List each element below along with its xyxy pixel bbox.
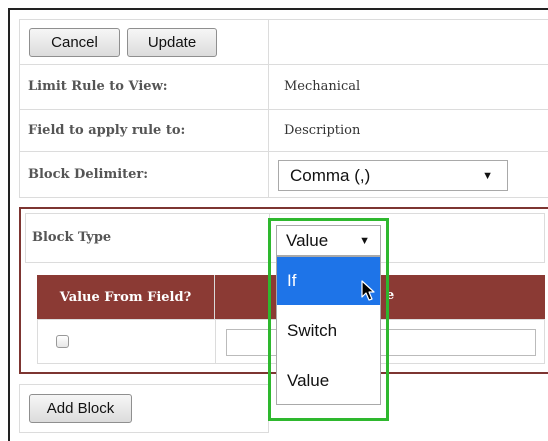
field-label: Field to apply rule to: — [28, 123, 186, 138]
limit-view-label-cell: Limit Rule to View: — [19, 64, 269, 110]
delimiter-select[interactable]: Comma (,) ▼ — [278, 160, 508, 191]
block-type-label: Block Type — [32, 230, 112, 245]
table-row-checkbox-cell — [37, 319, 216, 364]
delimiter-select-value: Comma (,) — [290, 165, 371, 185]
dropdown-option-switch-label: Switch — [287, 321, 338, 340]
delimiter-value-cell: Comma (,) ▼ — [268, 151, 548, 198]
delimiter-label: Block Delimiter: — [28, 167, 149, 182]
header-value-from-field-label: Value From Field? — [59, 289, 192, 305]
block-type-select[interactable]: Value ▼ — [276, 225, 381, 256]
limit-view-label: Limit Rule to View: — [28, 79, 168, 94]
update-button[interactable]: Update — [127, 28, 217, 57]
dropdown-option-value-label: Value — [287, 371, 330, 390]
delimiter-label-cell: Block Delimiter: — [19, 151, 269, 198]
block-type-select-value: Value — [286, 230, 329, 250]
dropdown-option-if-label: If — [287, 271, 297, 290]
rule-editor-frame: Cancel Update Limit Rule to View: Mechan… — [8, 8, 548, 441]
toolbar-right-cell — [268, 19, 548, 65]
add-block-button[interactable]: Add Block — [29, 394, 132, 423]
field-label-cell: Field to apply rule to: — [19, 109, 269, 152]
chevron-down-icon: ▼ — [482, 170, 493, 182]
field-value: Description — [284, 123, 361, 138]
cancel-button[interactable]: Cancel — [29, 28, 120, 57]
block-type-label-cell: Block Type — [25, 213, 270, 263]
field-value-cell: Description — [268, 109, 548, 152]
chevron-down-icon: ▼ — [359, 235, 370, 247]
dropdown-option-switch[interactable]: Switch — [277, 307, 380, 355]
header-value-from-field: Value From Field? — [37, 275, 215, 319]
cursor-icon — [361, 280, 375, 301]
add-block-cell: Add Block — [19, 384, 269, 433]
toolbar-cell: Cancel Update — [19, 19, 269, 65]
limit-view-value: Mechanical — [284, 79, 361, 94]
dropdown-option-value[interactable]: Value — [277, 357, 380, 405]
limit-view-value-cell: Mechanical — [268, 64, 548, 110]
value-from-field-checkbox[interactable] — [56, 335, 69, 348]
block-type-dropdown-list: If Switch Value — [276, 256, 381, 405]
